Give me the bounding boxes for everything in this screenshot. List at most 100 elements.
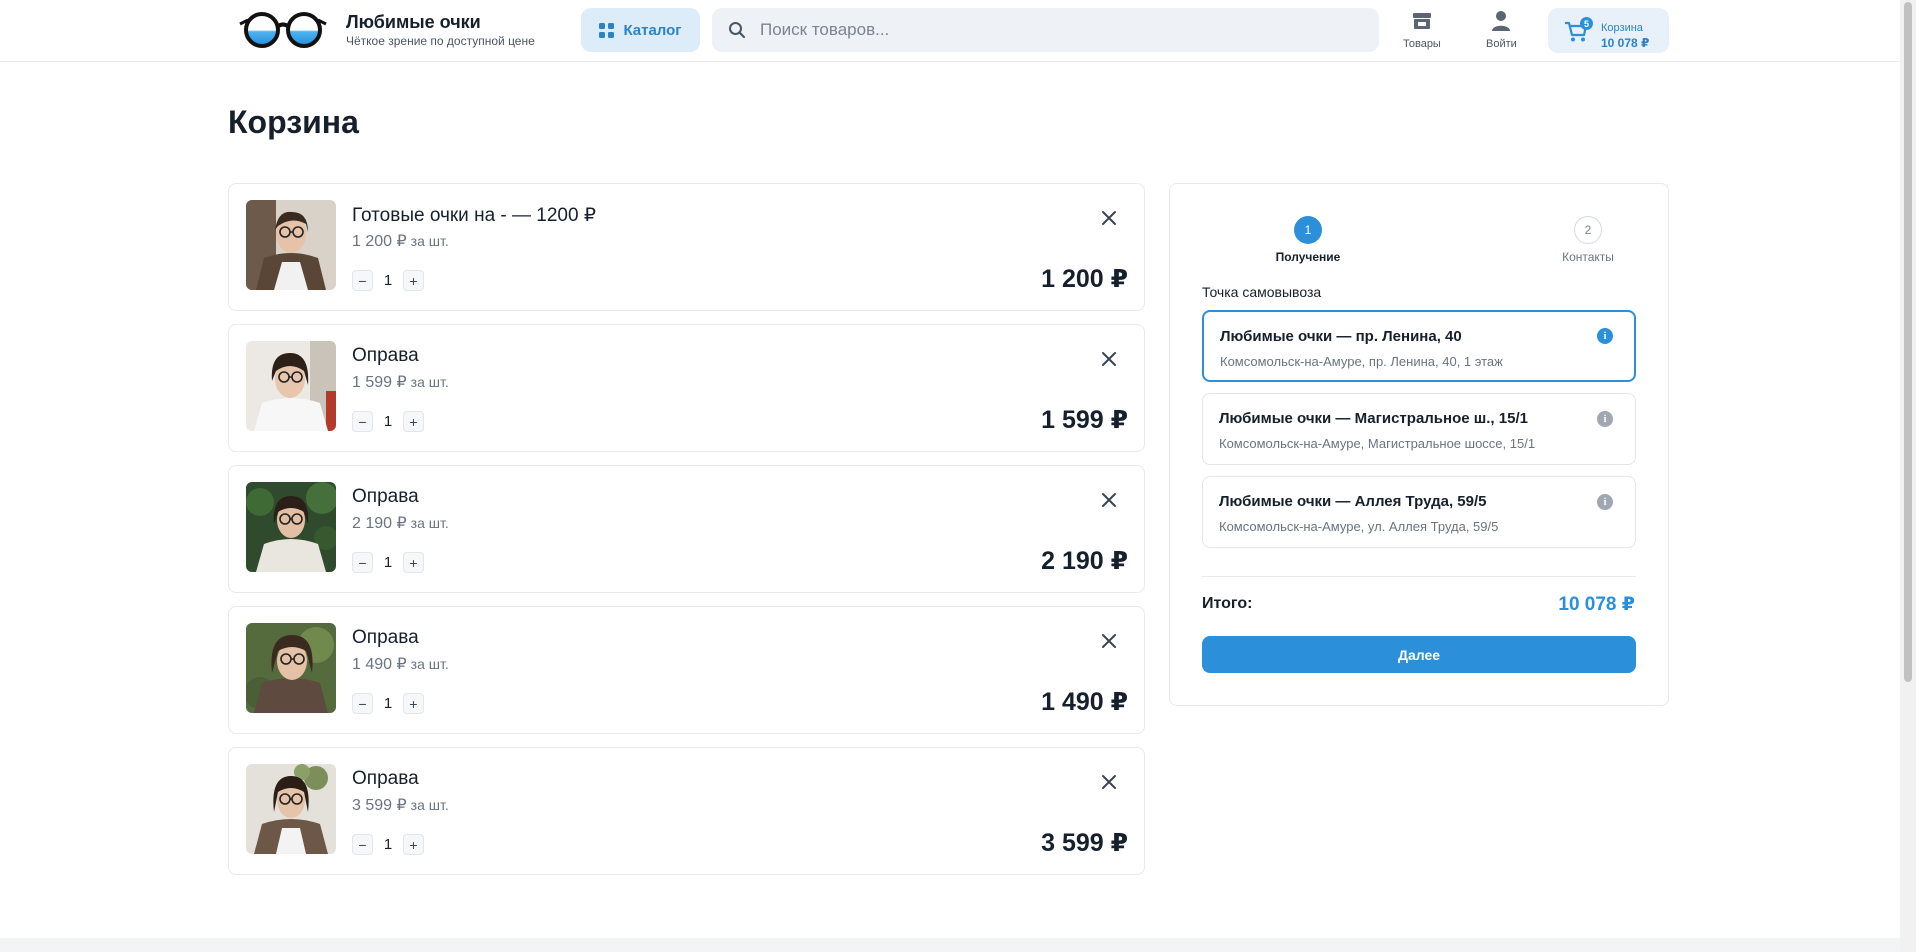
footer-strip <box>0 938 1900 952</box>
info-icon[interactable]: i <box>1597 411 1613 427</box>
divider <box>1202 576 1636 577</box>
pickup-option[interactable]: Любимые очки — пр. Ленина, 40 Комсомольс… <box>1202 310 1636 382</box>
unit-price-value: 1 200 ₽ <box>352 233 407 250</box>
info-icon[interactable]: i <box>1597 494 1613 510</box>
cart-item: Готовые очки на - — 1200 ₽ 1 200 ₽ за шт.… <box>228 183 1145 311</box>
item-name[interactable]: Оправа <box>352 627 419 649</box>
cart-total: 10 078 ₽ <box>1601 36 1650 50</box>
brand-title[interactable]: Любимые очки <box>346 12 481 33</box>
item-total: 1 490 ₽ <box>1041 688 1128 716</box>
decrease-quantity-button[interactable]: − <box>352 411 373 432</box>
per-unit-label: за шт. <box>410 797 449 813</box>
search-input[interactable] <box>760 8 1360 52</box>
per-unit-label: за шт. <box>410 233 449 249</box>
quantity-value: 1 <box>383 836 393 853</box>
user-icon <box>1492 11 1511 31</box>
decrease-quantity-button[interactable]: − <box>352 270 373 291</box>
glasses-logo-icon[interactable] <box>238 10 328 50</box>
product-photo[interactable] <box>246 623 336 713</box>
increase-quantity-button[interactable]: + <box>403 552 424 573</box>
cart-label: Корзина <box>1601 22 1643 34</box>
item-unit-price: 1 599 ₽ за шт. <box>352 372 449 392</box>
item-name[interactable]: Готовые очки на - — 1200 ₽ <box>352 204 596 227</box>
unit-price-value: 2 190 ₽ <box>352 515 407 532</box>
step-number: 1 <box>1294 216 1322 244</box>
step-label: Контакты <box>1562 250 1614 264</box>
nav-products[interactable]: Товары <box>1403 10 1441 50</box>
item-total: 3 599 ₽ <box>1041 829 1128 857</box>
remove-item-close-icon[interactable] <box>1101 210 1117 226</box>
pickup-address: Комсомольск-на-Амуре, ул. Аллея Труда, 5… <box>1219 519 1499 534</box>
pickup-section-title: Точка самовывоза <box>1202 284 1322 300</box>
step-number: 2 <box>1574 216 1602 244</box>
cart-item: Оправа 3 599 ₽ за шт. − 1 + 3 599 ₽ <box>228 747 1145 875</box>
step-label: Получение <box>1275 250 1341 264</box>
next-button[interactable]: Далее <box>1202 636 1636 673</box>
pickup-name: Любимые очки — Магистральное ш., 15/1 <box>1219 410 1528 427</box>
item-unit-price: 1 200 ₽ за шт. <box>352 231 449 251</box>
unit-price-value: 1 490 ₽ <box>352 656 407 673</box>
item-unit-price: 2 190 ₽ за шт. <box>352 513 449 533</box>
scrollbar-thumb[interactable] <box>1904 2 1912 682</box>
grid-icon <box>599 22 615 38</box>
page-scrollbar[interactable] <box>1900 0 1916 952</box>
pickup-name: Любимые очки — пр. Ленина, 40 <box>1220 328 1462 345</box>
cart-count-badge: 5 <box>1580 17 1593 30</box>
item-unit-price: 3 599 ₽ за шт. <box>352 795 449 815</box>
search-bar <box>712 8 1379 52</box>
per-unit-label: за шт. <box>410 374 449 390</box>
pickup-address: Комсомольск-на-Амуре, Магистральное шосс… <box>1219 436 1536 451</box>
item-name[interactable]: Оправа <box>352 486 419 508</box>
item-total: 1 599 ₽ <box>1041 406 1128 434</box>
quantity-stepper: − 1 + <box>352 552 424 573</box>
checkout-panel: 1 Получение 2 Контакты Точка самовывоза … <box>1169 183 1669 706</box>
decrease-quantity-button[interactable]: − <box>352 552 373 573</box>
quantity-stepper: − 1 + <box>352 411 424 432</box>
site-header: Любимые очки Чёткое зрение по доступной … <box>0 0 1900 62</box>
product-photo[interactable] <box>246 482 336 572</box>
product-photo[interactable] <box>246 200 336 290</box>
quantity-stepper: − 1 + <box>352 270 424 291</box>
per-unit-label: за шт. <box>410 656 449 672</box>
cart-item: Оправа 1 490 ₽ за шт. − 1 + 1 490 ₽ <box>228 606 1145 734</box>
decrease-quantity-button[interactable]: − <box>352 834 373 855</box>
item-name[interactable]: Оправа <box>352 345 419 367</box>
brand-subtitle: Чёткое зрение по доступной цене <box>346 34 535 48</box>
increase-quantity-button[interactable]: + <box>403 834 424 855</box>
remove-item-close-icon[interactable] <box>1101 492 1117 508</box>
product-photo[interactable] <box>246 341 336 431</box>
catalog-button[interactable]: Каталог <box>581 8 700 52</box>
remove-item-close-icon[interactable] <box>1101 351 1117 367</box>
catalog-label: Каталог <box>623 21 682 39</box>
cart-item: Оправа 2 190 ₽ за шт. − 1 + 2 190 ₽ <box>228 465 1145 593</box>
item-name[interactable]: Оправа <box>352 768 419 790</box>
step-pickup[interactable]: 1 Получение <box>1248 216 1368 264</box>
quantity-value: 1 <box>383 413 393 430</box>
page-title: Корзина <box>228 104 359 140</box>
cart-item: Оправа 1 599 ₽ за шт. − 1 + 1 599 ₽ <box>228 324 1145 452</box>
remove-item-close-icon[interactable] <box>1101 774 1117 790</box>
decrease-quantity-button[interactable]: − <box>352 693 373 714</box>
total-value: 10 078 ₽ <box>1558 594 1635 615</box>
pickup-address: Комсомольск-на-Амуре, пр. Ленина, 40, 1 … <box>1220 354 1503 369</box>
product-photo[interactable] <box>246 764 336 854</box>
item-unit-price: 1 490 ₽ за шт. <box>352 654 449 674</box>
info-icon[interactable]: i <box>1597 328 1613 344</box>
remove-item-close-icon[interactable] <box>1101 633 1117 649</box>
increase-quantity-button[interactable]: + <box>403 270 424 291</box>
nav-login-label: Войти <box>1486 38 1517 50</box>
unit-price-value: 1 599 ₽ <box>352 374 407 391</box>
quantity-stepper: − 1 + <box>352 834 424 855</box>
cart-button[interactable]: 5 Корзина 10 078 ₽ <box>1548 8 1669 53</box>
step-contacts[interactable]: 2 Контакты <box>1528 216 1648 264</box>
nav-login[interactable]: Войти <box>1486 10 1517 50</box>
increase-quantity-button[interactable]: + <box>403 411 424 432</box>
total-label: Итого: <box>1202 595 1253 612</box>
pickup-option[interactable]: Любимые очки — Аллея Труда, 59/5 Комсомо… <box>1202 476 1636 548</box>
pickup-option[interactable]: Любимые очки — Магистральное ш., 15/1 Ко… <box>1202 393 1636 465</box>
item-total: 2 190 ₽ <box>1041 547 1128 575</box>
search-icon <box>729 22 746 39</box>
increase-quantity-button[interactable]: + <box>403 693 424 714</box>
nav-products-label: Товары <box>1403 38 1441 50</box>
unit-price-value: 3 599 ₽ <box>352 797 407 814</box>
